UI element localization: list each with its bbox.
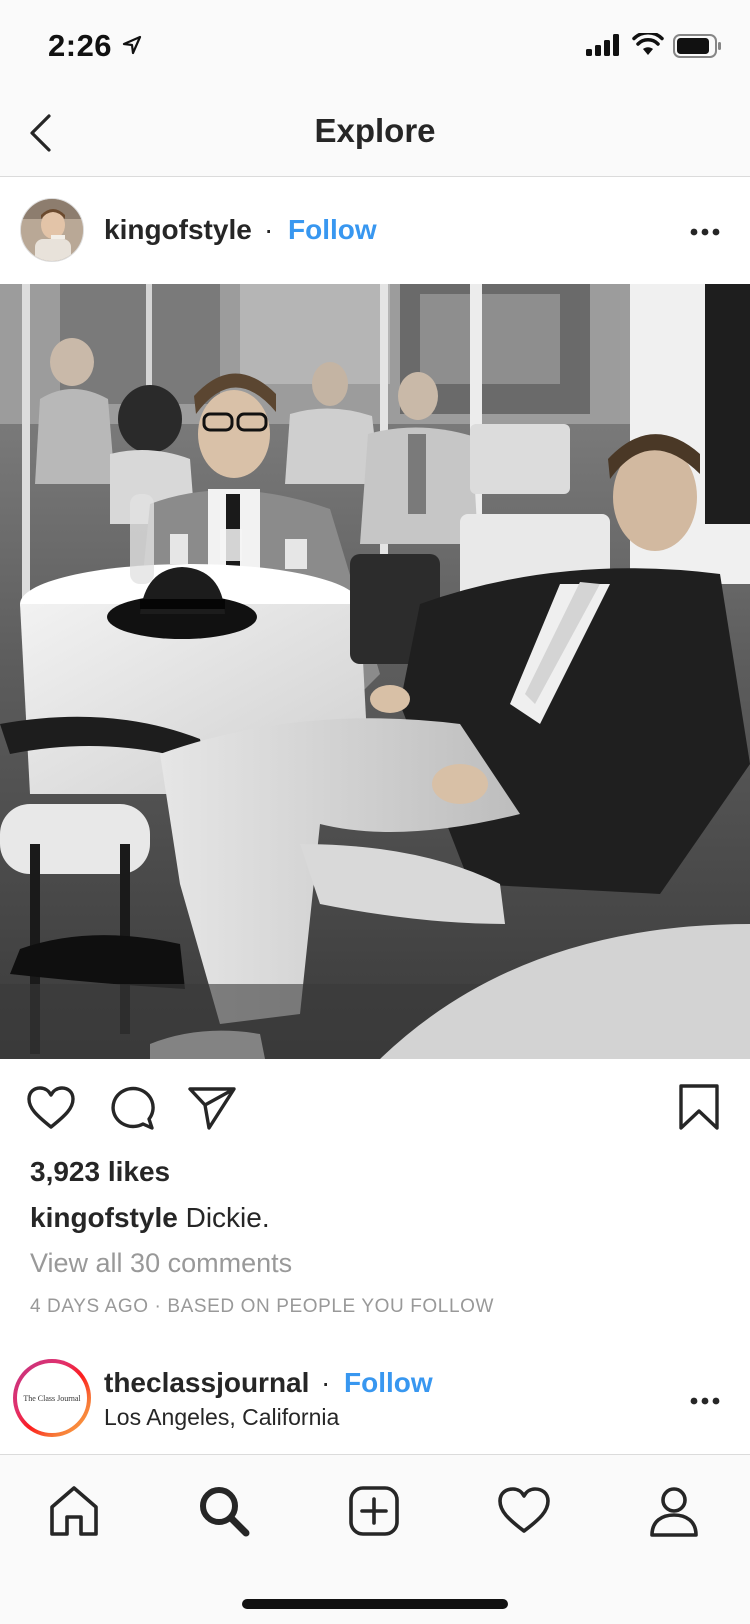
next-post-header: The Class Journal theclassjournal · Foll… [0, 1350, 750, 1454]
wifi-icon [632, 33, 664, 55]
cellular-signal-icon [586, 34, 619, 56]
post-photo[interactable] [0, 284, 750, 1059]
post-location[interactable]: Los Angeles, California [104, 1404, 339, 1431]
separator-dot: · [264, 214, 274, 245]
heart-icon[interactable] [26, 1085, 76, 1131]
bookmark-icon[interactable] [678, 1083, 720, 1131]
nav-bar: Explore [0, 90, 750, 177]
battery-icon [673, 34, 721, 58]
heart-icon[interactable] [496, 1483, 552, 1539]
post-photo-image [0, 284, 750, 1059]
comment-bubble-icon[interactable] [107, 1085, 155, 1131]
tab-bar [0, 1454, 750, 1624]
post-caption: kingofstyle Dickie. [30, 1202, 270, 1234]
home-icon[interactable] [46, 1483, 102, 1539]
page-title: Explore [314, 112, 436, 149]
follow-button[interactable]: Follow [288, 214, 377, 246]
separator-dot: · [321, 1367, 331, 1398]
avatar[interactable] [20, 198, 84, 262]
next-post-username[interactable]: theclassjournal [104, 1367, 309, 1399]
post-timestamp: 4 DAYS AGO · BASED ON PEOPLE YOU FOLLOW [30, 1296, 495, 1317]
follow-button[interactable]: Follow [344, 1367, 433, 1399]
status-time: 2:26 [48, 28, 113, 63]
avatar-photo [21, 199, 83, 261]
post-header: kingofstyle · Follow [0, 178, 750, 284]
caption-text: Dickie. [185, 1202, 270, 1233]
location-arrow-icon [122, 35, 142, 55]
caption-username[interactable]: kingofstyle [30, 1202, 178, 1233]
like-count[interactable]: 3,923 likes [30, 1156, 170, 1188]
avatar: The Class Journal [17, 1363, 87, 1433]
more-horizontal-icon[interactable] [690, 1397, 720, 1405]
paper-plane-icon[interactable] [187, 1085, 237, 1131]
plus-square-icon[interactable] [346, 1483, 402, 1539]
post-actions [0, 1059, 750, 1159]
status-bar: 2:26 [0, 0, 750, 90]
post-username[interactable]: kingofstyle [104, 214, 252, 246]
home-indicator[interactable] [242, 1599, 508, 1609]
person-icon[interactable] [646, 1483, 702, 1539]
more-horizontal-icon[interactable] [690, 228, 720, 236]
story-ring[interactable]: The Class Journal [13, 1359, 91, 1437]
search-icon[interactable] [196, 1483, 252, 1539]
view-comments-link[interactable]: View all 30 comments [30, 1248, 292, 1279]
avatar-logo-text: The Class Journal [21, 1367, 83, 1429]
